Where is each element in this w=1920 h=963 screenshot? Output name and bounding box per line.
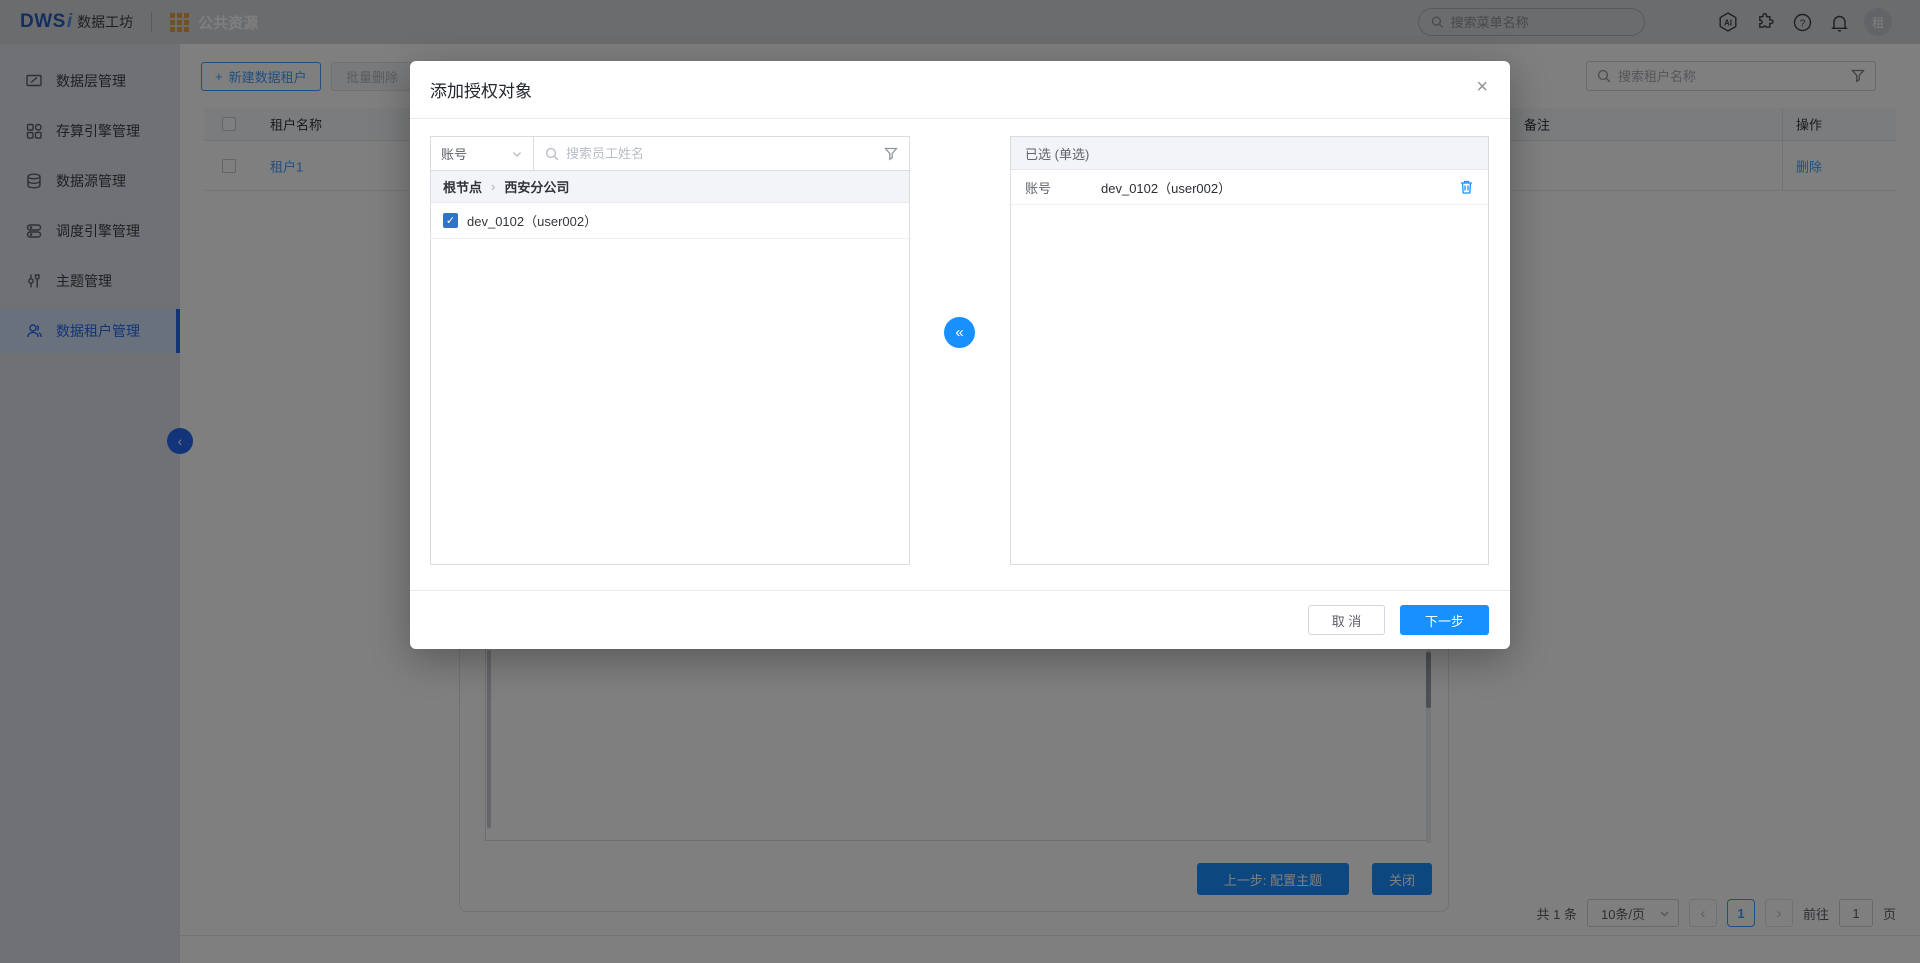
employee-search-input[interactable] [566,146,877,161]
selected-row: 账号 dev_0102（user002） [1011,170,1488,205]
employee-search[interactable] [534,137,909,170]
selected-row-value: dev_0102（user002） [1101,178,1231,197]
account-checkbox[interactable] [443,213,458,228]
source-panel-filters: 账号 [431,137,909,171]
double-chevron-left-icon: « [955,324,963,341]
breadcrumb: 根节点 › 西安分公司 [431,171,909,203]
selected-header-label: 已选 (单选) [1025,144,1089,163]
selected-panel: 已选 (单选) 账号 dev_0102（user002） [1010,136,1489,565]
type-select[interactable]: 账号 [431,137,534,170]
cancel-button[interactable]: 取 消 [1308,605,1385,635]
source-panel: 账号 根节点 › 西安分公司 dev_0102（user002） [430,136,910,565]
breadcrumb-separator-icon: › [491,179,495,194]
modal-title: 添加授权对象 [430,77,532,102]
selected-panel-header: 已选 (单选) [1011,137,1488,170]
modal-header: 添加授权对象 [410,61,1510,119]
search-icon [545,147,559,161]
next-step-label: 下一步 [1425,611,1464,630]
selected-row-type: 账号 [1025,178,1101,197]
add-authorization-modal: 添加授权对象 × 账号 根节点 › 西安分公司 [410,61,1510,649]
filter-icon[interactable] [884,147,898,161]
breadcrumb-current[interactable]: 西安分公司 [504,177,569,196]
account-option[interactable]: dev_0102（user002） [431,203,909,239]
close-icon[interactable]: × [1476,77,1488,97]
remove-selected-button[interactable] [1459,179,1474,195]
breadcrumb-root[interactable]: 根节点 [443,177,482,196]
account-option-label: dev_0102（user002） [467,211,597,230]
next-step-button[interactable]: 下一步 [1400,605,1489,635]
cancel-label: 取 消 [1332,611,1362,630]
chevron-down-icon [511,148,523,160]
screen: DWS i 数据工坊 公共资源 AI ? 租 数据层管理 [0,0,1920,963]
modal-footer: 取 消 下一步 [410,590,1510,649]
trash-icon [1459,179,1474,195]
transfer-left-button[interactable]: « [944,317,975,348]
type-select-value: 账号 [441,144,511,163]
